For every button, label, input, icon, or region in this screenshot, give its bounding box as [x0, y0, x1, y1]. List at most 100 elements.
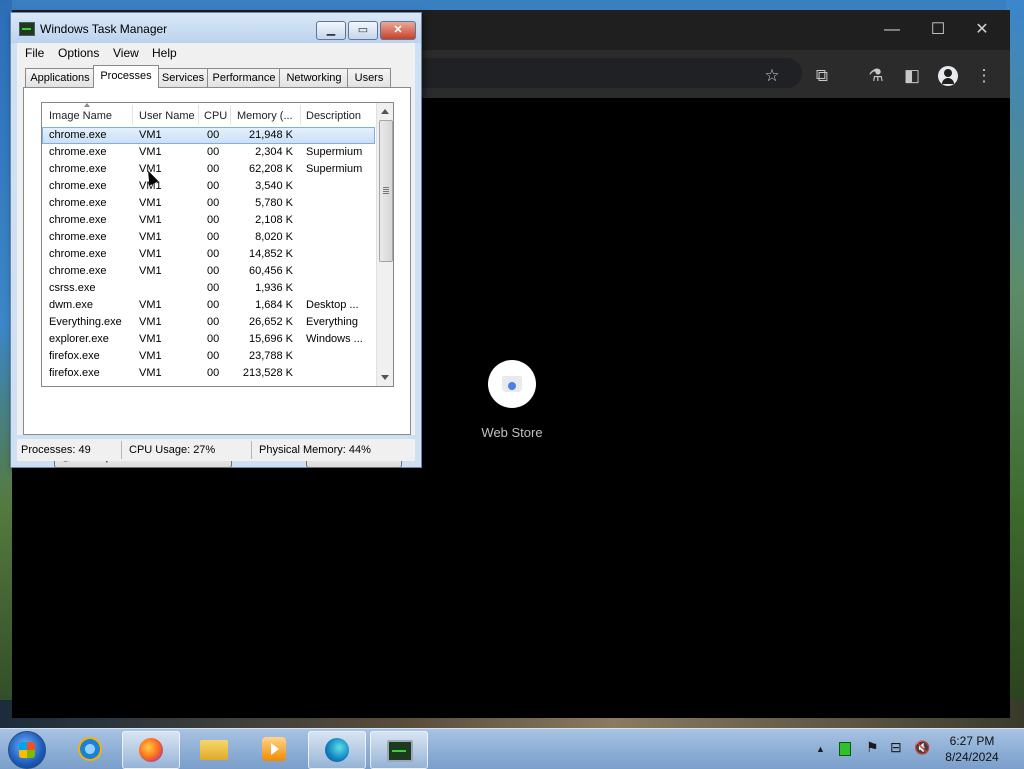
table-row[interactable]: chrome.exe VM1 00 62,208 K Supermium	[42, 161, 375, 178]
table-row[interactable]: chrome.exe VM1 00 3,540 K	[42, 178, 375, 195]
table-row[interactable]: csrss.exe 00 1,936 K	[42, 280, 375, 297]
process-name: chrome.exe	[49, 163, 107, 175]
table-row[interactable]: chrome.exe VM1 00 14,852 K	[42, 246, 375, 263]
profile-icon[interactable]	[936, 64, 960, 88]
menu-help[interactable]: Help	[152, 46, 177, 60]
sidepanel-icon[interactable]: ◧	[900, 64, 924, 88]
table-row[interactable]: Everything.exe VM1 00 26,652 K Everything	[42, 314, 375, 331]
column-separator[interactable]	[132, 105, 133, 125]
browser-close-button[interactable]: ✕	[962, 18, 1002, 42]
column-separator[interactable]	[300, 105, 301, 125]
process-name: chrome.exe	[49, 248, 107, 260]
process-description: Supermium	[306, 163, 363, 175]
process-cpu: 00	[207, 367, 220, 379]
process-memory: 23,788 K	[248, 350, 293, 362]
table-row[interactable]: dwm.exe VM1 00 1,684 K Desktop ...	[42, 297, 375, 314]
menu-icon[interactable]: ⋮	[972, 64, 996, 88]
maximize-button[interactable]: ▭	[348, 21, 378, 40]
process-memory: 2,304 K	[255, 146, 293, 158]
process-name: firefox.exe	[49, 367, 100, 379]
table-row[interactable]: chrome.exe VM1 00 2,304 K Supermium	[42, 144, 375, 161]
taskbar-media-player[interactable]	[246, 731, 302, 767]
column-memory[interactable]: Memory (...	[237, 110, 293, 122]
taskbar-task-manager[interactable]	[370, 731, 428, 769]
taskbar-file-explorer[interactable]	[186, 731, 242, 767]
action-center-flag-icon[interactable]: ⚑	[866, 739, 879, 756]
process-memory: 62,208 K	[248, 163, 293, 175]
process-name: chrome.exe	[49, 231, 107, 243]
taskbar-supermium[interactable]	[308, 731, 366, 769]
process-description: Supermium	[306, 146, 363, 158]
labs-icon[interactable]: ⚗	[864, 64, 888, 88]
process-list[interactable]: Image Name User Name CPU Memory (... Des…	[41, 102, 394, 387]
web-store-shortcut[interactable]	[488, 360, 536, 408]
process-name: explorer.exe	[49, 333, 109, 345]
scroll-thumb[interactable]	[379, 120, 393, 262]
process-user: VM1	[139, 350, 162, 362]
menu-view[interactable]: View	[113, 46, 139, 60]
web-store-label[interactable]: Web Store	[452, 425, 572, 440]
browser-minimize-button[interactable]: —	[872, 18, 912, 42]
table-row[interactable]: explorer.exe VM1 00 15,696 K Windows ...	[42, 331, 375, 348]
tab-users[interactable]: Users	[347, 68, 391, 87]
process-description: Windows ...	[306, 333, 363, 345]
taskbar-internet-explorer[interactable]	[62, 731, 118, 767]
tab-processes[interactable]: Processes	[93, 65, 159, 88]
process-memory: 1,936 K	[255, 282, 293, 294]
process-list-header: Image Name User Name CPU Memory (... Des…	[42, 103, 375, 127]
column-user-name[interactable]: User Name	[139, 110, 195, 122]
address-bar[interactable]	[422, 58, 802, 88]
file-explorer-icon	[200, 740, 228, 760]
table-row[interactable]: chrome.exe VM1 00 21,948 K	[42, 127, 375, 144]
taskbar-firefox[interactable]	[122, 731, 180, 769]
status-cpu-usage: CPU Usage: 27%	[129, 444, 216, 456]
process-description: Everything	[306, 316, 358, 328]
task-manager-icon	[387, 740, 413, 762]
tab-performance[interactable]: Performance	[207, 68, 281, 87]
show-hidden-icons-button[interactable]: ▲	[816, 744, 825, 754]
system-clock[interactable]: 6:27 PM 8/24/2024	[936, 733, 1008, 765]
minimize-button[interactable]: ▁	[316, 21, 346, 40]
menu-file[interactable]: File	[25, 46, 44, 60]
task-manager-titlebar[interactable]: Windows Task Manager ▁ ▭ ✕	[11, 13, 421, 43]
browser-maximize-button[interactable]: ☐	[918, 18, 958, 42]
scroll-up-icon[interactable]	[381, 109, 389, 114]
table-row[interactable]: chrome.exe VM1 00 8,020 K	[42, 229, 375, 246]
menu-bar: File Options View Help	[17, 43, 415, 63]
column-image-name[interactable]: Image Name	[49, 110, 112, 122]
process-user: VM1	[139, 231, 162, 243]
process-name: chrome.exe	[49, 265, 107, 277]
close-button[interactable]: ✕	[380, 21, 416, 40]
column-separator[interactable]	[230, 105, 231, 125]
volume-muted-icon[interactable]: 🔇	[914, 740, 930, 756]
menu-options[interactable]: Options	[58, 46, 99, 60]
table-row[interactable]: firefox.exe VM1 00 23,788 K	[42, 348, 375, 365]
network-icon[interactable]: ⊟	[890, 739, 902, 756]
internet-explorer-icon	[78, 737, 102, 761]
process-user: VM1	[139, 146, 162, 158]
tab-applications[interactable]: Applications	[25, 68, 95, 87]
process-memory: 213,528 K	[242, 367, 293, 379]
star-icon[interactable]: ☆	[760, 64, 784, 88]
table-row[interactable]: firefox.exe VM1 00 213,528 K	[42, 365, 375, 382]
start-button[interactable]	[8, 731, 46, 769]
process-memory: 26,652 K	[248, 316, 293, 328]
column-cpu[interactable]: CPU	[204, 110, 227, 122]
column-separator[interactable]	[198, 105, 199, 125]
extensions-icon[interactable]: ⧉	[810, 64, 834, 88]
vertical-scrollbar[interactable]	[376, 103, 393, 386]
table-row[interactable]: chrome.exe VM1 00 2,108 K	[42, 212, 375, 229]
status-bar: Processes: 49 CPU Usage: 27% Physical Me…	[17, 439, 415, 461]
green-tray-icon[interactable]	[839, 742, 851, 756]
tab-services[interactable]: Services	[157, 68, 209, 87]
table-row[interactable]: chrome.exe VM1 00 60,456 K	[42, 263, 375, 280]
clock-time: 6:27 PM	[949, 734, 995, 748]
tab-networking[interactable]: Networking	[279, 68, 349, 87]
status-physical-memory: Physical Memory: 44%	[259, 444, 371, 456]
process-memory: 5,780 K	[255, 197, 293, 209]
table-row[interactable]: chrome.exe VM1 00 5,780 K	[42, 195, 375, 212]
column-description[interactable]: Description	[306, 110, 361, 122]
process-name: chrome.exe	[49, 146, 107, 158]
scroll-down-icon[interactable]	[381, 375, 389, 380]
process-name: csrss.exe	[49, 282, 96, 294]
